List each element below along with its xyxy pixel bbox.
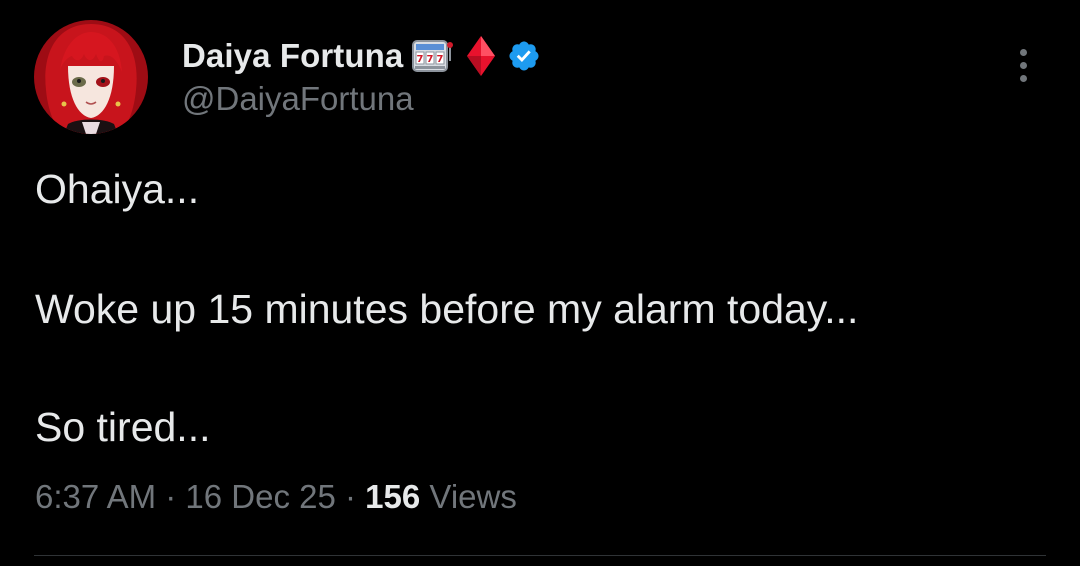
display-name[interactable]: Daiya Fortuna [182,37,403,75]
svg-text:7: 7 [437,54,444,65]
verified-badge-icon[interactable] [507,39,541,73]
tweet-time[interactable]: 6:37 AM [35,478,156,515]
more-options-button[interactable] [1006,44,1040,86]
tweet-date[interactable]: 16 Dec 25 [185,478,335,515]
avatar[interactable] [34,20,148,134]
slot-machine-icon: 7 7 7 [411,37,455,75]
tweet-meta: 6:37 AM · 16 Dec 25 · 156 Views [35,478,517,516]
views-count[interactable]: 156 [365,478,420,515]
more-dot-icon [1019,74,1027,82]
meta-separator: · [156,478,186,515]
more-dot-icon [1019,61,1027,69]
more-dot-icon [1019,48,1027,56]
svg-text:7: 7 [417,54,424,65]
divider [34,555,1046,556]
meta-separator: · [335,478,366,515]
tweet-text-line: So tired... [35,404,211,450]
avatar-image [34,20,148,134]
svg-text:7: 7 [427,54,434,65]
views-label: Views [420,478,517,515]
tweet-card: Daiya Fortuna 7 7 7 @DaiyaFortuna Ohaiya… [0,0,1080,566]
tweet-text-line: Woke up 15 minutes before my alarm today… [35,286,859,332]
author-name-row: Daiya Fortuna 7 7 7 [182,33,541,79]
tweet-text-line: Ohaiya... [35,166,200,212]
username-handle[interactable]: @DaiyaFortuna [182,80,414,118]
red-diamond-icon [465,34,497,78]
